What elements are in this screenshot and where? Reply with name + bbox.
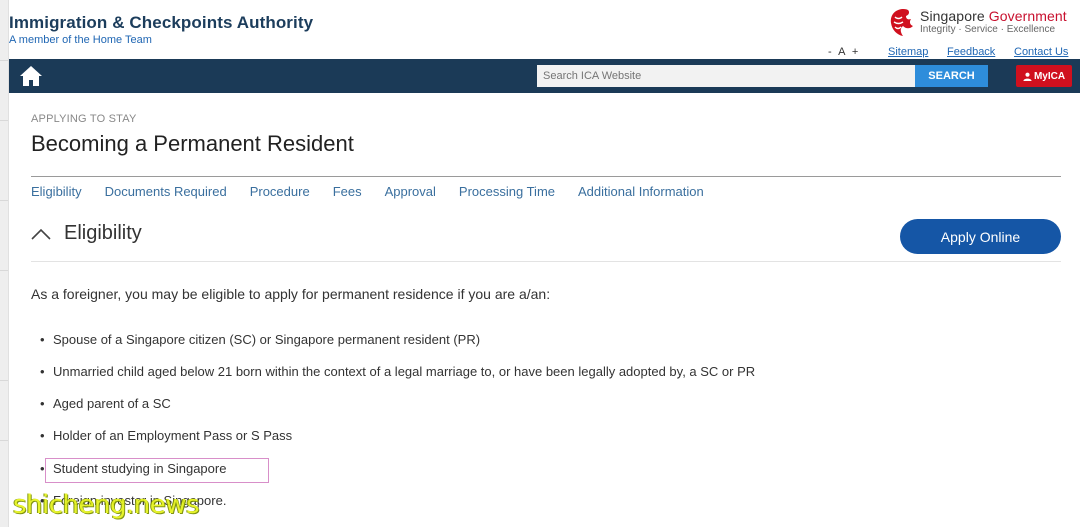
breadcrumb[interactable]: APPLYING TO STAY <box>31 113 137 125</box>
gov-title-singapore: Singapore <box>920 8 985 24</box>
tab-eligibility[interactable]: Eligibility <box>31 184 82 199</box>
tab-processing-time[interactable]: Processing Time <box>459 184 555 199</box>
agency-branding[interactable]: Immigration & Checkpoints Authority A me… <box>9 13 313 46</box>
myica-label: MyICA <box>1033 70 1066 82</box>
list-item: Spouse of a Singapore citizen (SC) or Si… <box>40 332 480 347</box>
tab-documents-required[interactable]: Documents Required <box>105 184 227 199</box>
search-input[interactable] <box>537 65 927 87</box>
chevron-up-icon[interactable] <box>31 228 51 240</box>
list-item: Aged parent of a SC <box>40 396 171 411</box>
contact-us-link[interactable]: Contact Us <box>1014 46 1068 58</box>
tab-fees[interactable]: Fees <box>333 184 362 199</box>
page-title: Becoming a Permanent Resident <box>31 131 354 156</box>
title-divider <box>31 176 1061 177</box>
list-item: Holder of an Employment Pass or S Pass <box>40 428 292 443</box>
section-divider <box>31 261 1061 262</box>
apply-online-button[interactable]: Apply Online <box>900 219 1061 254</box>
left-page-border <box>0 0 9 527</box>
singapore-government-logo[interactable]: Singapore Government Integrity · Service… <box>920 8 1067 35</box>
gov-title-government: Government <box>988 8 1067 24</box>
section-title: Eligibility <box>64 222 142 244</box>
myica-button[interactable]: MyICA <box>1016 65 1072 87</box>
agency-subtitle: A member of the Home Team <box>9 34 152 46</box>
search-button[interactable]: SEARCH <box>915 65 988 87</box>
sitemap-link[interactable]: Sitemap <box>888 46 928 58</box>
gov-tagline: Integrity · Service · Excellence <box>920 24 1056 35</box>
home-icon[interactable] <box>19 65 43 87</box>
main-navbar: SEARCH MyICA <box>9 59 1080 93</box>
section-tabs: Eligibility Documents Required Procedure… <box>31 184 704 199</box>
font-size-controls[interactable]: - A + <box>828 46 858 58</box>
feedback-link[interactable]: Feedback <box>947 46 995 58</box>
tab-additional-information[interactable]: Additional Information <box>578 184 704 199</box>
user-icon <box>1023 72 1032 81</box>
tab-approval[interactable]: Approval <box>385 184 436 199</box>
lion-head-icon <box>890 9 913 36</box>
highlight-annotation-box <box>45 458 269 483</box>
eligibility-intro: As a foreigner, you may be eligible to a… <box>31 286 551 302</box>
eligibility-accordion-header[interactable]: Eligibility <box>31 222 142 245</box>
tab-procedure[interactable]: Procedure <box>250 184 310 199</box>
agency-name: Immigration & Checkpoints Authority <box>9 13 314 32</box>
list-item: Unmarried child aged below 21 born withi… <box>40 364 755 379</box>
watermark: shicheng.news <box>13 490 200 520</box>
